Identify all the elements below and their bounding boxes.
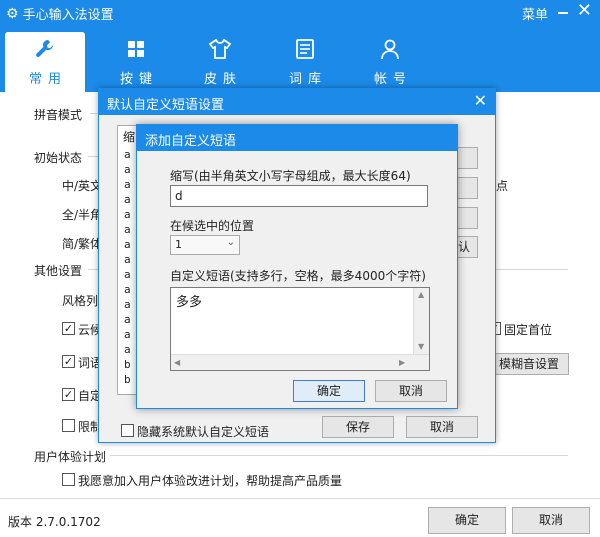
gear-icon: ⚙ bbox=[6, 5, 19, 22]
limit-checkbox[interactable] bbox=[62, 419, 75, 432]
user-plan-label: 我愿意加入用户体验改进计划，帮助提高产品质量 bbox=[78, 474, 343, 488]
tab-label: 帐号 bbox=[373, 72, 412, 87]
style-option[interactable]: 风格列 bbox=[62, 292, 98, 309]
hide-default-label: 隐藏系统默认自定义短语 bbox=[137, 425, 270, 439]
wrench-icon bbox=[5, 38, 85, 68]
dialog-title: 默认自定义短语设置 bbox=[107, 98, 225, 113]
dialog-title: 添加自定义短语 bbox=[145, 134, 237, 149]
save-button[interactable]: 保存 bbox=[322, 416, 394, 438]
shirt-icon bbox=[180, 38, 260, 68]
cn-en-option[interactable]: 中/英文 bbox=[62, 177, 102, 194]
minimize-icon[interactable] bbox=[558, 6, 570, 18]
simp-trad-option[interactable]: 简/繁体 bbox=[62, 235, 102, 252]
dialog-title-bar: 添加自定义短语 bbox=[137, 125, 457, 151]
auto-checkbox[interactable]: ✓ bbox=[62, 388, 75, 401]
keyboard-icon bbox=[96, 38, 176, 68]
full-half-option[interactable]: 全/半角 bbox=[62, 206, 102, 223]
user-plan-heading: 用户体验计划 bbox=[34, 450, 107, 464]
phrase-label: 自定义短语(支持多行，空格，最多4000个字符) bbox=[170, 269, 426, 283]
main-cancel-button[interactable]: 取消 bbox=[512, 507, 590, 534]
menu-button[interactable]: 菜单 bbox=[522, 4, 548, 23]
fixed-first-label: 固定首位 bbox=[504, 323, 553, 337]
scroll-right-icon[interactable]: ▶ bbox=[399, 358, 405, 367]
tab-label: 常用 bbox=[28, 72, 67, 87]
phrase-textarea[interactable]: 多多 ▲ ▼ ◀ ▶ bbox=[170, 287, 430, 371]
abbr-label: 缩写(由半角英文小写字母组成，最大长度64) bbox=[170, 169, 411, 183]
divider bbox=[88, 269, 98, 270]
tab-common[interactable]: 常用 bbox=[5, 32, 85, 92]
main-ok-button[interactable]: 确定 bbox=[428, 507, 506, 534]
initial-state-heading: 初始状态 bbox=[34, 151, 83, 165]
position-label: 在候选中的位置 bbox=[170, 219, 255, 233]
tab-label: 皮肤 bbox=[203, 72, 242, 87]
chevron-down-icon: ⌄ bbox=[226, 237, 235, 248]
other-settings-heading: 其他设置 bbox=[34, 264, 83, 278]
vertical-scrollbar[interactable]: ▲ ▼ bbox=[413, 288, 429, 356]
position-select[interactable]: 1 ⌄ bbox=[170, 235, 240, 255]
scroll-up-icon[interactable]: ▲ bbox=[418, 290, 424, 299]
dialog1-cancel-button[interactable]: 取消 bbox=[406, 416, 478, 438]
document-icon bbox=[265, 38, 345, 68]
tab-account[interactable]: 帐号 bbox=[350, 32, 430, 92]
add-phrase-dialog: 添加自定义短语 缩写(由半角英文小写字母组成，最大长度64) d 在候选中的位置… bbox=[136, 124, 458, 409]
tab-label: 词库 bbox=[288, 72, 327, 87]
app-title: ⚙ 手心输入法设置 bbox=[6, 4, 114, 24]
scroll-down-icon[interactable]: ▼ bbox=[418, 342, 424, 351]
dialog2-ok-button[interactable]: 确定 bbox=[293, 380, 365, 402]
close-icon[interactable]: ✕ bbox=[577, 2, 592, 20]
dot-label: 点 bbox=[496, 179, 509, 193]
horizontal-scrollbar[interactable]: ◀ ▶ bbox=[171, 354, 429, 370]
dialog2-cancel-button[interactable]: 取消 bbox=[375, 380, 447, 402]
tab-keys[interactable]: 按键 bbox=[96, 32, 176, 92]
position-value: 1 bbox=[175, 238, 182, 251]
hide-default-checkbox[interactable] bbox=[121, 424, 134, 437]
divider bbox=[110, 455, 568, 456]
title-bar: ⚙ 手心输入法设置 菜单 ✕ 常用 按键 皮肤 词库 帐号 bbox=[0, 0, 600, 92]
user-plan-checkbox[interactable] bbox=[62, 473, 75, 486]
user-icon bbox=[350, 38, 430, 68]
words-checkbox[interactable]: ✓ bbox=[62, 355, 75, 368]
tab-label: 按键 bbox=[119, 72, 158, 87]
phrase-text: 多多 bbox=[176, 295, 203, 310]
app-title-text: 手心输入法设置 bbox=[22, 8, 114, 23]
cloud-checkbox[interactable]: ✓ bbox=[62, 322, 75, 335]
close-icon[interactable]: ✕ bbox=[474, 91, 487, 110]
divider bbox=[88, 156, 98, 157]
abbr-input[interactable]: d bbox=[170, 185, 428, 207]
tab-dictionary[interactable]: 词库 bbox=[265, 32, 345, 92]
version-text: 版本 2.7.0.1702 bbox=[8, 515, 101, 529]
dialog-title-bar: 默认自定义短语设置 ✕ bbox=[99, 89, 495, 115]
tab-skin[interactable]: 皮肤 bbox=[180, 32, 260, 92]
scroll-left-icon[interactable]: ◀ bbox=[174, 358, 180, 367]
footer-divider bbox=[0, 498, 600, 499]
pinyin-mode-heading: 拼音模式 bbox=[34, 108, 83, 122]
fuzzy-settings-button[interactable]: 模糊音设置 bbox=[489, 353, 569, 375]
